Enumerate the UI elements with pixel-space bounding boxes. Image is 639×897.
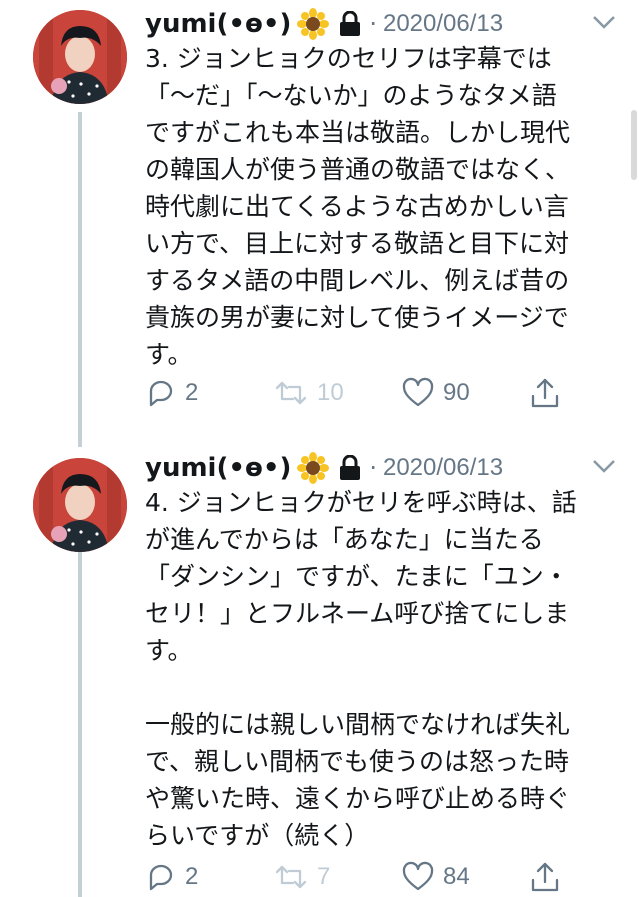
retweet-button[interactable]: 10 bbox=[273, 373, 344, 413]
reply-icon bbox=[149, 380, 173, 407]
retweet-count: 10 bbox=[317, 379, 344, 406]
text-line: らいですが（続く） bbox=[145, 821, 370, 850]
like-count: 90 bbox=[443, 379, 470, 406]
text-line: 「ダンシン」ですが、たまに「ユン・ bbox=[145, 562, 569, 591]
lock-icon bbox=[339, 454, 361, 481]
reply-icon bbox=[149, 864, 173, 891]
tweet-actions: 2 10 90 bbox=[145, 373, 575, 413]
retweet-button[interactable]: 7 bbox=[273, 857, 330, 897]
heart-icon bbox=[402, 861, 434, 891]
chevron-down-icon[interactable] bbox=[591, 12, 617, 32]
tweet-actions: 2 7 84 bbox=[145, 857, 575, 897]
tweet-header: yumi(•ө•) · 2020/06/13 bbox=[145, 448, 639, 488]
avatar[interactable] bbox=[33, 458, 127, 552]
sunflower-icon bbox=[297, 452, 330, 484]
retweet-count: 7 bbox=[317, 863, 331, 890]
tweet-text: 3. ジョンヒョクのセリフは字幕では 「〜だ」「〜ないか」のようなタメ語 ですが… bbox=[145, 40, 605, 373]
text-line: するタメ語の中間レベル、例えば昔の bbox=[145, 266, 570, 295]
text-line: 一般的には親しい間柄でなければ失礼 bbox=[145, 710, 571, 739]
chevron-down-icon[interactable] bbox=[591, 456, 617, 476]
scrollbar[interactable] bbox=[631, 110, 637, 180]
like-button[interactable]: 84 bbox=[401, 857, 470, 897]
text-line: や驚いた時、遠くから呼び止める時ぐ bbox=[145, 784, 571, 813]
thread-line-2 bbox=[78, 552, 82, 897]
text-line: 時代劇に出てくるような古めかしい言 bbox=[145, 192, 569, 221]
tweet-date[interactable]: 2020/06/13 bbox=[383, 454, 503, 482]
reply-count: 2 bbox=[185, 379, 199, 406]
separator-dot: · bbox=[369, 10, 377, 38]
share-button[interactable] bbox=[529, 373, 561, 413]
reply-button[interactable]: 2 bbox=[145, 857, 198, 897]
text-line: の韓国人が使う普通の敬語ではなく、 bbox=[145, 155, 571, 184]
share-icon bbox=[531, 378, 559, 408]
text-line: す。 bbox=[145, 340, 193, 369]
separator-dot: · bbox=[369, 454, 377, 482]
text-line: 4. ジョンヒョクがセリを呼ぶ時は、話 bbox=[145, 488, 577, 517]
reply-count: 2 bbox=[185, 863, 199, 890]
heart-icon bbox=[402, 377, 434, 407]
sunflower-icon bbox=[297, 8, 330, 40]
tweet-text: 4. ジョンヒョクがセリを呼ぶ時は、話 が進んでからは「あなた」に当たる 「ダン… bbox=[145, 484, 605, 854]
author-name[interactable]: yumi(•ө•) bbox=[145, 453, 291, 483]
author-name[interactable]: yumi(•ө•) bbox=[145, 9, 291, 39]
avatar[interactable] bbox=[33, 10, 127, 104]
thread-line-1 bbox=[78, 112, 82, 447]
lock-icon bbox=[339, 10, 361, 37]
reply-button[interactable]: 2 bbox=[145, 373, 198, 413]
like-count: 84 bbox=[443, 863, 470, 890]
text-line: ですがこれも本当は敬語。しかし現代 bbox=[145, 118, 571, 147]
text-line: で、親しい間柄でも使うのは怒った時 bbox=[145, 747, 570, 776]
text-line: 3. ジョンヒョクのセリフは字幕では bbox=[145, 44, 552, 73]
text-line: 「〜だ」「〜ないか」のようなタメ語 bbox=[145, 81, 557, 110]
share-button[interactable] bbox=[529, 857, 561, 897]
share-icon bbox=[531, 862, 559, 892]
tweet-date[interactable]: 2020/06/13 bbox=[383, 10, 503, 38]
text-line: 貴族の男が妻に対して使うイメージで bbox=[145, 303, 569, 332]
text-line bbox=[145, 669, 605, 706]
retweet-icon bbox=[275, 865, 307, 889]
text-line: セリ！」とフルネーム呼び捨てにしま bbox=[145, 599, 570, 628]
text-line: い方で、目上に対する敬語と目下に対 bbox=[145, 229, 570, 258]
retweet-icon bbox=[275, 381, 307, 405]
tweet-header: yumi(•ө•) · 2020/06/13 bbox=[145, 4, 639, 44]
text-line: が進んでからは「あなた」に当たる bbox=[145, 525, 544, 554]
like-button[interactable]: 90 bbox=[401, 373, 470, 413]
text-line: す。 bbox=[145, 636, 193, 665]
